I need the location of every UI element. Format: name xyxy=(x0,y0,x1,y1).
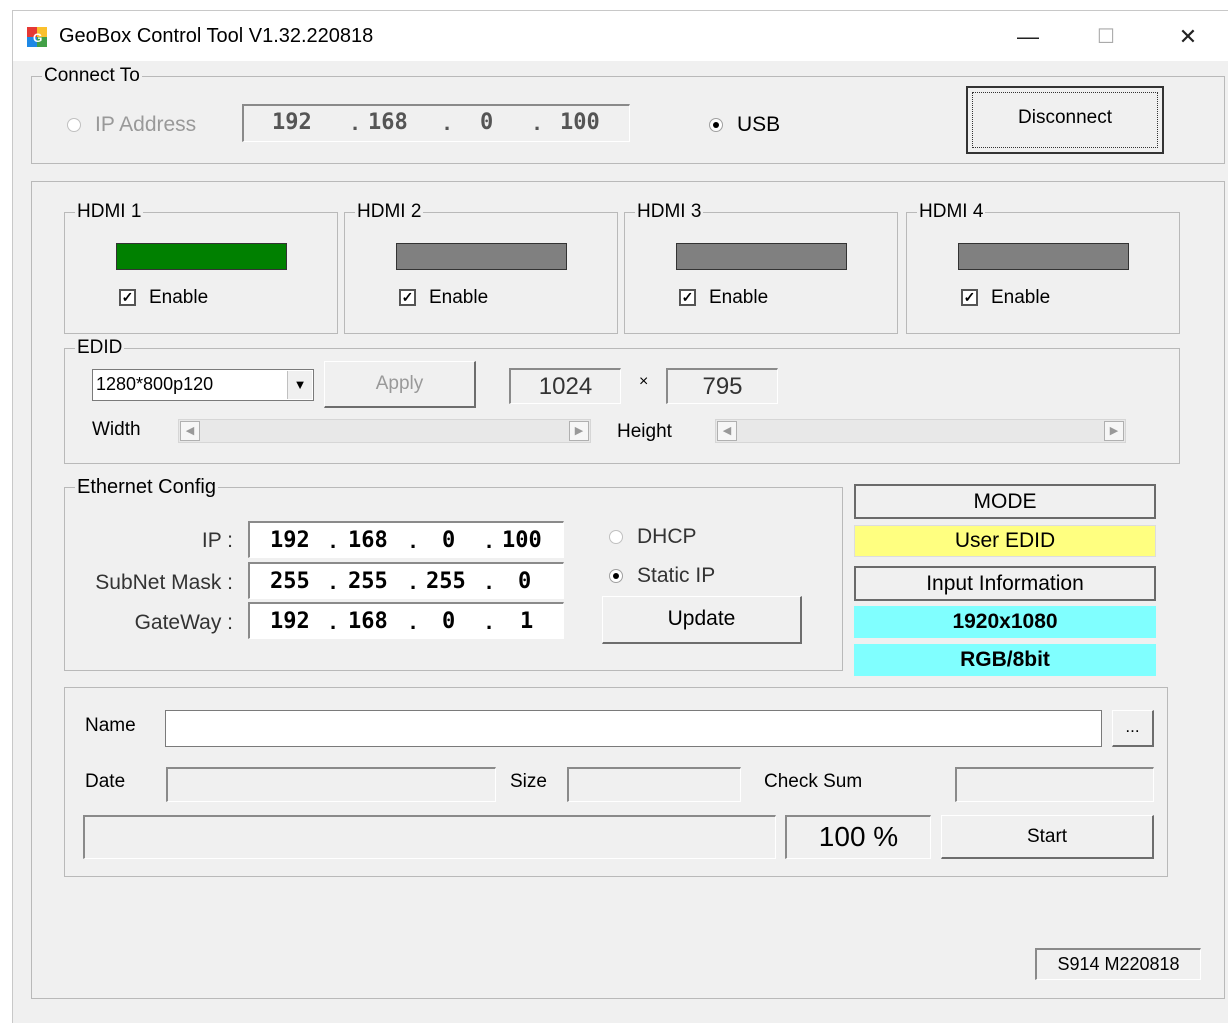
times-symbol: × xyxy=(639,373,649,390)
subnet-mask-field[interactable]: 255 . 255 . 255 . 0 xyxy=(248,562,564,599)
hdmi-4-label: HDMI 4 xyxy=(917,201,986,223)
hdmi-2-group: HDMI 2 xyxy=(344,201,618,334)
main-window: G GeoBox Control Tool V1.32.220818 — ☐ ✕… xyxy=(12,10,1228,1023)
hdmi-3-enable-checkbox[interactable]: ✓ xyxy=(679,289,696,306)
date-label: Date xyxy=(85,771,126,792)
hdmi-1-enable-checkbox[interactable]: ✓ xyxy=(119,289,136,306)
disconnect-label: Disconnect xyxy=(1018,107,1112,128)
ip-address-label: IP Address xyxy=(95,113,197,136)
version-label: S914 M220818 xyxy=(1035,948,1201,980)
mode-value: User EDID xyxy=(854,525,1156,557)
minimize-button[interactable]: — xyxy=(1003,21,1053,53)
hdmi-3-label: HDMI 3 xyxy=(635,201,704,223)
connect-ip-octet-1: 192 xyxy=(272,110,312,135)
window-title: GeoBox Control Tool V1.32.220818 xyxy=(59,25,374,47)
width-label: Width xyxy=(92,419,141,440)
date-field xyxy=(166,767,496,802)
dhcp-label: DHCP xyxy=(637,525,697,548)
disconnect-button[interactable]: Disconnect xyxy=(966,86,1164,154)
input-color-format: RGB/8bit xyxy=(854,644,1156,676)
hdmi-3-status xyxy=(676,243,847,270)
scroll-left-icon[interactable]: ◀ xyxy=(717,421,737,441)
name-label: Name xyxy=(85,715,136,736)
connect-ip-octet-4: 100 xyxy=(560,110,600,135)
scroll-right-icon[interactable]: ▶ xyxy=(569,421,589,441)
svg-text:G: G xyxy=(33,31,42,45)
mask-octet-3: 255 xyxy=(426,569,466,594)
gateway-octet-2: 168 xyxy=(348,609,388,634)
subnet-mask-label: SubNet Mask : xyxy=(95,571,233,594)
static-ip-label: Static IP xyxy=(637,564,716,587)
progress-bar xyxy=(83,815,776,859)
progress-percent: 100 % xyxy=(785,815,931,859)
eth-ip-field[interactable]: 192 . 168 . 0 . 100 xyxy=(248,521,564,558)
app-icon: G xyxy=(27,27,47,47)
connect-ip-octet-3: 0 xyxy=(480,110,494,135)
hdmi-1-status xyxy=(116,243,287,270)
chevron-down-icon[interactable]: ▼ xyxy=(287,371,312,399)
gateway-field[interactable]: 192 . 168 . 0 . 1 xyxy=(248,602,564,639)
edid-group: EDID xyxy=(64,337,1180,464)
static-ip-radio[interactable] xyxy=(609,569,623,583)
close-button[interactable]: ✕ xyxy=(1163,21,1213,53)
hdmi-4-enable-checkbox[interactable]: ✓ xyxy=(961,289,978,306)
edid-legend: EDID xyxy=(75,337,125,359)
apply-button[interactable]: Apply xyxy=(324,361,476,408)
mask-octet-1: 255 xyxy=(270,569,310,594)
eth-ip-octet-3: 0 xyxy=(442,528,456,553)
connect-ip-octet-2: 168 xyxy=(368,110,408,135)
gateway-label: GateWay : xyxy=(134,611,233,634)
height-label: Height xyxy=(617,421,672,442)
start-button[interactable]: Start xyxy=(941,815,1154,859)
checksum-field xyxy=(955,767,1154,802)
hdmi-2-enable-label: Enable xyxy=(429,287,489,308)
hdmi-2-label: HDMI 2 xyxy=(355,201,424,223)
input-resolution: 1920x1080 xyxy=(854,606,1156,638)
hdmi-2-status xyxy=(396,243,567,270)
edid-height-value: 795 xyxy=(666,368,778,404)
ip-address-radio[interactable] xyxy=(67,118,81,132)
scroll-left-icon[interactable]: ◀ xyxy=(180,421,200,441)
update-button[interactable]: Update xyxy=(602,596,802,644)
size-field xyxy=(567,767,741,802)
usb-label: USB xyxy=(737,113,781,136)
connect-legend: Connect To xyxy=(42,65,142,87)
gateway-octet-4: 1 xyxy=(520,609,534,634)
hdmi-4-enable-label: Enable xyxy=(991,287,1051,308)
edid-select[interactable]: 1280*800p120 ▼ xyxy=(92,369,314,401)
name-input[interactable] xyxy=(165,710,1102,747)
mask-octet-4: 0 xyxy=(518,569,532,594)
ethernet-legend: Ethernet Config xyxy=(75,476,218,499)
hdmi-1-label: HDMI 1 xyxy=(75,201,144,223)
hdmi-3-group: HDMI 3 xyxy=(624,201,898,334)
browse-button[interactable]: ... xyxy=(1112,710,1154,747)
gateway-octet-1: 192 xyxy=(270,609,310,634)
edid-width-value: 1024 xyxy=(509,368,621,404)
size-label: Size xyxy=(510,771,547,792)
width-slider[interactable]: ◀ ▶ xyxy=(178,419,591,443)
connect-ip-field[interactable]: 192 . 168 . 0 . 100 xyxy=(242,104,630,142)
gateway-octet-3: 0 xyxy=(442,609,456,634)
scroll-right-icon[interactable]: ▶ xyxy=(1104,421,1124,441)
hdmi-1-group: HDMI 1 xyxy=(64,201,338,334)
input-information-label: Input Information xyxy=(854,566,1156,601)
eth-ip-octet-2: 168 xyxy=(348,528,388,553)
eth-ip-label: IP : xyxy=(201,529,233,552)
height-slider[interactable]: ◀ ▶ xyxy=(715,419,1126,443)
eth-ip-octet-1: 192 xyxy=(270,528,310,553)
maximize-button[interactable]: ☐ xyxy=(1081,21,1131,53)
hdmi-4-status xyxy=(958,243,1129,270)
hdmi-4-group: HDMI 4 xyxy=(906,201,1180,334)
edid-selected-value: 1280*800p120 xyxy=(96,374,214,394)
mode-label: MODE xyxy=(854,484,1156,519)
usb-radio[interactable] xyxy=(709,118,723,132)
hdmi-3-enable-label: Enable xyxy=(709,287,769,308)
title-bar[interactable]: G GeoBox Control Tool V1.32.220818 — ☐ ✕ xyxy=(13,11,1228,61)
eth-ip-octet-4: 100 xyxy=(502,528,542,553)
checksum-label: Check Sum xyxy=(764,771,863,792)
dhcp-radio[interactable] xyxy=(609,530,623,544)
hdmi-1-enable-label: Enable xyxy=(149,287,209,308)
mask-octet-2: 255 xyxy=(348,569,388,594)
hdmi-2-enable-checkbox[interactable]: ✓ xyxy=(399,289,416,306)
